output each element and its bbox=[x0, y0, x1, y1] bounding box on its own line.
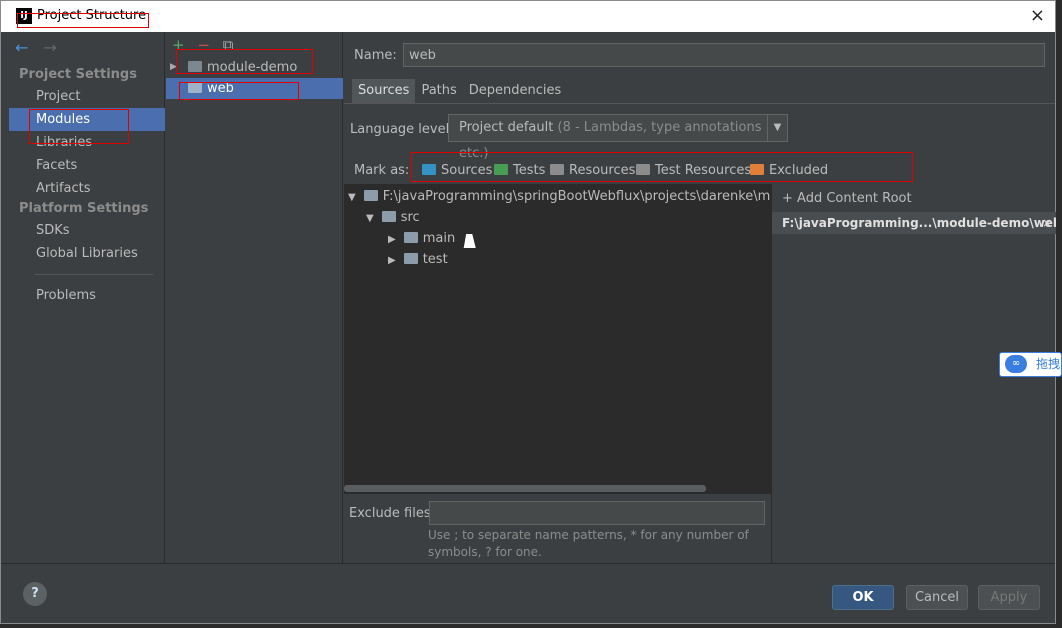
tab-sources[interactable]: Sources bbox=[352, 79, 416, 103]
annotation-box-module-demo bbox=[176, 49, 313, 74]
tab-bar: Sources Paths Dependencies bbox=[352, 79, 568, 103]
tree-root-label: F:\javaProgramming\springBootWebflux\pro… bbox=[382, 189, 812, 204]
exclude-files-input[interactable] bbox=[429, 501, 765, 525]
annotation-box-mark-as bbox=[411, 152, 913, 182]
tree-node-src[interactable]: ▼ src bbox=[366, 207, 420, 228]
dropdown-arrow-icon: ▼ bbox=[767, 115, 787, 141]
forward-arrow-icon[interactable]: → bbox=[44, 38, 57, 57]
folder-icon bbox=[381, 211, 396, 222]
collapse-arrow-icon[interactable]: ▼ bbox=[366, 213, 374, 224]
language-level-value: Project default bbox=[459, 120, 554, 135]
annotation-box-title bbox=[17, 13, 149, 28]
exclude-files-label: Exclude files: bbox=[349, 506, 436, 521]
cancel-button[interactable]: Cancel bbox=[906, 585, 968, 610]
sidebar-item-sdks[interactable]: SDKs bbox=[9, 219, 165, 242]
close-icon[interactable]: × bbox=[1030, 5, 1045, 26]
tree-node-test[interactable]: ▶ test bbox=[388, 249, 448, 270]
mark-as-label: Mark as: bbox=[354, 163, 410, 178]
sidebar-item-global-libraries[interactable]: Global Libraries bbox=[9, 242, 165, 265]
add-content-root-button[interactable]: + Add Content Root bbox=[782, 191, 912, 206]
nav-buttons: ← → bbox=[15, 38, 67, 57]
title-bar: IJ Project Structure × bbox=[1, 1, 1055, 32]
apply-button[interactable]: Apply bbox=[978, 585, 1040, 610]
mouse-cursor-icon bbox=[463, 234, 479, 248]
sidebar-item-project[interactable]: Project bbox=[9, 85, 165, 108]
tree-node-main[interactable]: ▶ main bbox=[388, 228, 455, 249]
divider bbox=[35, 274, 153, 275]
cloud-icon: ∞ bbox=[1005, 355, 1027, 373]
platform-settings-header: Platform Settings bbox=[19, 201, 149, 216]
sources-panel: Language level: Project default (8 - Lam… bbox=[344, 103, 1056, 564]
settings-sidebar: ← → Project Settings Project Modules Lib… bbox=[9, 32, 165, 563]
tree-node-root[interactable]: ▼ F:\javaProgramming\springBootWebflux\pr… bbox=[348, 186, 811, 207]
module-detail: Name: Sources Paths Dependencies Languag… bbox=[344, 32, 1056, 564]
side-badge-text: 拖拽 bbox=[1036, 357, 1061, 371]
dialog-footer: ? OK Cancel Apply bbox=[1, 563, 1055, 623]
exclude-files-hint: Use ; to separate name patterns, * for a… bbox=[428, 528, 749, 559]
name-input[interactable] bbox=[403, 43, 1045, 67]
tab-dependencies[interactable]: Dependencies bbox=[462, 79, 568, 103]
tree-test-label: test bbox=[422, 252, 448, 267]
language-level-label: Language level: bbox=[350, 122, 454, 137]
expand-arrow-icon[interactable]: ▶ bbox=[388, 255, 396, 266]
sidebar-item-facets[interactable]: Facets bbox=[9, 154, 165, 177]
back-arrow-icon[interactable]: ← bbox=[15, 38, 28, 57]
folder-icon bbox=[403, 232, 418, 243]
help-icon[interactable]: ? bbox=[23, 582, 47, 606]
content-root-label: F:\javaProgramming...\module-demo\web bbox=[782, 216, 1056, 230]
project-structure-dialog: IJ Project Structure × ← → Project Setti… bbox=[0, 0, 1056, 624]
language-level-select[interactable]: Project default (8 - Lambdas, type annot… bbox=[448, 114, 788, 161]
tab-paths[interactable]: Paths bbox=[415, 79, 463, 103]
ok-button[interactable]: OK bbox=[832, 585, 894, 610]
tree-main-label: main bbox=[422, 231, 456, 246]
sidebar-item-artifacts[interactable]: Artifacts bbox=[9, 177, 165, 200]
tree-src-label: src bbox=[400, 210, 420, 225]
horizontal-scrollbar[interactable] bbox=[344, 485, 706, 492]
content-tree: ▼ F:\javaProgramming\springBootWebflux\pr… bbox=[344, 184, 811, 494]
folder-icon bbox=[363, 190, 378, 201]
collapse-arrow-icon[interactable]: ▼ bbox=[348, 192, 356, 203]
modules-list: + − ⧉ ▶ module-demo web bbox=[166, 32, 343, 563]
expand-arrow-icon[interactable]: ▶ bbox=[388, 234, 396, 245]
project-settings-header: Project Settings bbox=[19, 67, 137, 82]
annotation-box-modules bbox=[29, 109, 129, 144]
side-floating-badge[interactable]: ∞ 拖拽 bbox=[999, 352, 1062, 377]
folder-icon bbox=[403, 253, 418, 264]
content-root-path: F:\javaProgramming...\module-demo\web × bbox=[772, 212, 1056, 234]
annotation-box-web bbox=[179, 82, 299, 100]
sidebar-item-problems[interactable]: Problems bbox=[9, 284, 165, 307]
remove-root-icon[interactable]: × bbox=[1042, 212, 1052, 234]
name-label: Name: bbox=[354, 48, 397, 63]
